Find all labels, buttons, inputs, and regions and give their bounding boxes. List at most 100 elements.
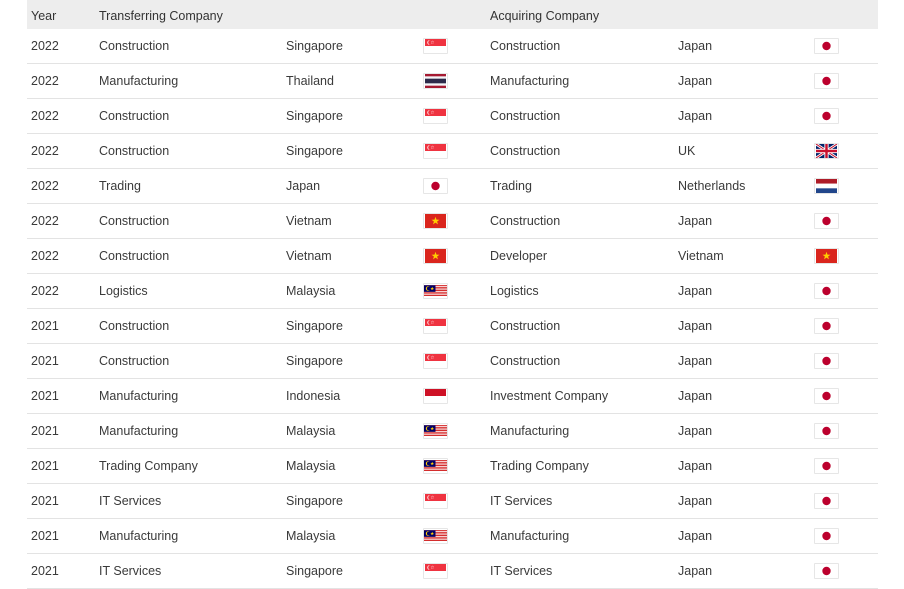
cell-transferring-flag bbox=[423, 484, 448, 518]
vietnam-flag-icon bbox=[423, 213, 448, 229]
singapore-flag-icon bbox=[423, 493, 448, 509]
cell-acquiring-flag bbox=[814, 379, 839, 413]
cell-acquiring-industry: Construction bbox=[490, 319, 561, 333]
table-row: 2021 IT Services Singapore IT Services Japan bbox=[27, 484, 878, 519]
cell-year: 2021 bbox=[31, 319, 59, 333]
cell-transferring-industry: Trading Company bbox=[99, 459, 198, 473]
cell-year: 2022 bbox=[31, 249, 59, 263]
cell-transferring-industry: Manufacturing bbox=[99, 529, 179, 543]
cell-transferring-industry: Construction bbox=[99, 144, 170, 158]
cell-transferring-country: Indonesia bbox=[286, 389, 341, 403]
cell-transferring-flag bbox=[423, 414, 448, 448]
cell-acquiring-industry: Manufacturing bbox=[490, 529, 570, 543]
cell-acquiring-country: Japan bbox=[678, 459, 713, 473]
cell-year: 2021 bbox=[31, 529, 59, 543]
thailand-flag-icon bbox=[423, 73, 448, 89]
cell-year: 2021 bbox=[31, 424, 59, 438]
cell-acquiring-country: Japan bbox=[678, 529, 713, 543]
cell-acquiring-flag bbox=[814, 64, 839, 98]
japan-flag-icon bbox=[814, 458, 839, 474]
japan-flag-icon bbox=[814, 38, 839, 54]
cell-acquiring-flag bbox=[814, 204, 839, 238]
cell-year: 2022 bbox=[31, 39, 59, 53]
table-row: 2021 IT Services Singapore IT Services Japan bbox=[27, 554, 878, 589]
header-acquiring-company: Acquiring Company bbox=[490, 8, 600, 23]
cell-acquiring-flag bbox=[814, 449, 839, 483]
cell-acquiring-industry: Logistics bbox=[490, 284, 539, 298]
cell-transferring-country: Thailand bbox=[286, 74, 334, 88]
cell-transferring-country: Malaysia bbox=[286, 459, 336, 473]
japan-flag-icon bbox=[814, 563, 839, 579]
cell-acquiring-country: Japan bbox=[678, 214, 713, 228]
table-row: 2022 Construction Singapore Construction UK bbox=[27, 134, 878, 169]
malaysia-flag-icon bbox=[423, 528, 448, 544]
cell-year: 2021 bbox=[31, 564, 59, 578]
cell-year: 2022 bbox=[31, 144, 59, 158]
table-row: 2022 Construction Singapore Construction Jap… bbox=[27, 29, 878, 64]
table-row: 2022 Construction Vietnam Construction Japan bbox=[27, 204, 878, 239]
indonesia-flag-icon bbox=[423, 388, 448, 404]
cell-acquiring-industry: IT Services bbox=[490, 564, 553, 578]
table-row: 2021 Trading Company Malaysia Trading Compa… bbox=[27, 449, 878, 484]
cell-transferring-country: Singapore bbox=[286, 39, 343, 53]
header-transferring-company: Transferring Company bbox=[99, 8, 223, 23]
cell-acquiring-industry: Manufacturing bbox=[490, 74, 570, 88]
deals-table: Year Transferring Company Acquiring Comp… bbox=[27, 0, 878, 589]
cell-transferring-industry: Construction bbox=[99, 319, 170, 333]
cell-transferring-flag bbox=[423, 29, 448, 63]
cell-transferring-flag bbox=[423, 64, 448, 98]
table-row: 2021 Manufacturing Malaysia Manufacturing Ja… bbox=[27, 414, 878, 449]
singapore-flag-icon bbox=[423, 318, 448, 334]
cell-transferring-country: Malaysia bbox=[286, 284, 336, 298]
cell-year: 2021 bbox=[31, 494, 59, 508]
japan-flag-icon bbox=[814, 388, 839, 404]
cell-transferring-country: Singapore bbox=[286, 494, 343, 508]
japan-flag-icon bbox=[814, 108, 839, 124]
singapore-flag-icon bbox=[423, 353, 448, 369]
table-header: Year Transferring Company Acquiring Comp… bbox=[27, 0, 878, 29]
cell-transferring-country: Malaysia bbox=[286, 424, 336, 438]
cell-acquiring-industry: Developer bbox=[490, 249, 547, 263]
malaysia-flag-icon bbox=[423, 458, 448, 474]
cell-year: 2022 bbox=[31, 109, 59, 123]
cell-acquiring-flag bbox=[814, 309, 839, 343]
cell-transferring-flag bbox=[423, 169, 448, 203]
cell-acquiring-industry: Construction bbox=[490, 214, 561, 228]
netherlands-flag-icon bbox=[814, 178, 839, 194]
cell-acquiring-flag bbox=[814, 274, 839, 308]
cell-transferring-industry: Construction bbox=[99, 39, 170, 53]
cell-transferring-industry: Construction bbox=[99, 109, 170, 123]
cell-transferring-flag bbox=[423, 554, 448, 588]
japan-flag-icon bbox=[814, 528, 839, 544]
cell-acquiring-industry: Construction bbox=[490, 144, 561, 158]
table-row: 2022 Trading Japan Trading Netherlands bbox=[27, 169, 878, 204]
cell-transferring-industry: Trading bbox=[99, 179, 141, 193]
cell-year: 2022 bbox=[31, 179, 59, 193]
cell-transferring-flag bbox=[423, 134, 448, 168]
cell-transferring-country: Vietnam bbox=[286, 249, 332, 263]
table-row: 2021 Construction Singapore Construction Jap… bbox=[27, 344, 878, 379]
cell-transferring-flag bbox=[423, 344, 448, 378]
cell-acquiring-flag bbox=[814, 554, 839, 588]
cell-acquiring-flag bbox=[814, 99, 839, 133]
cell-acquiring-flag bbox=[814, 134, 839, 168]
cell-year: 2022 bbox=[31, 214, 59, 228]
cell-acquiring-country: Vietnam bbox=[678, 249, 724, 263]
cell-transferring-industry: Logistics bbox=[99, 284, 148, 298]
cell-acquiring-country: Netherlands bbox=[678, 179, 746, 193]
cell-transferring-flag bbox=[423, 99, 448, 133]
vietnam-flag-icon bbox=[423, 248, 448, 264]
cell-transferring-country: Singapore bbox=[286, 109, 343, 123]
cell-acquiring-country: Japan bbox=[678, 39, 713, 53]
singapore-flag-icon bbox=[423, 38, 448, 54]
cell-acquiring-country: Japan bbox=[678, 319, 713, 333]
japan-flag-icon bbox=[814, 213, 839, 229]
cell-acquiring-industry: Trading bbox=[490, 179, 532, 193]
japan-flag-icon bbox=[423, 178, 448, 194]
cell-transferring-industry: Construction bbox=[99, 249, 170, 263]
cell-year: 2021 bbox=[31, 354, 59, 368]
cell-acquiring-industry: Construction bbox=[490, 354, 561, 368]
japan-flag-icon bbox=[814, 423, 839, 439]
malaysia-flag-icon bbox=[423, 423, 448, 439]
table-row: 2022 Logistics Malaysia Logistics Japan bbox=[27, 274, 878, 309]
